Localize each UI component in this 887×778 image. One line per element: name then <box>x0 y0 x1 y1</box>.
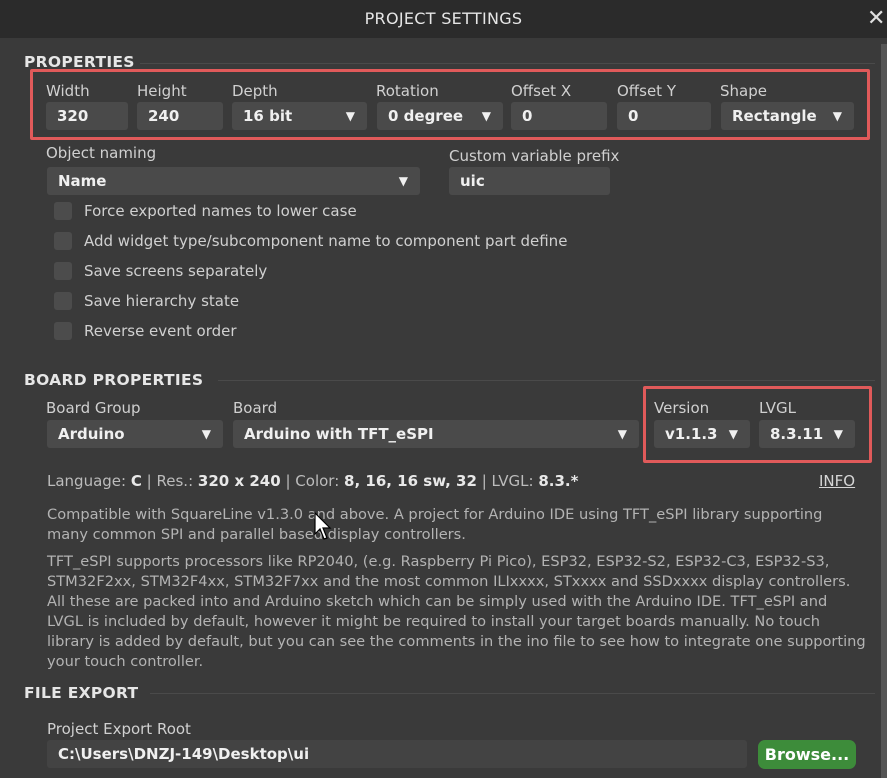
chevron-down-icon: ▼ <box>832 109 842 123</box>
checkbox-save-screens[interactable] <box>54 262 72 280</box>
section-divider <box>150 693 875 694</box>
depth-value: 16 bit <box>243 107 293 125</box>
height-label: Height <box>137 82 187 100</box>
version-select[interactable]: v1.1.3 ▼ <box>654 420 750 448</box>
board-group-value: Arduino <box>58 425 125 443</box>
board-info-line: Language: C | Res.: 320 x 240 | Color: 8… <box>47 472 578 490</box>
object-naming-label: Object naming <box>46 144 157 162</box>
window-title: PROJECT SETTINGS <box>364 9 523 28</box>
info-link[interactable]: INFO <box>819 472 855 490</box>
lvgl-key: LVGL: <box>491 472 534 490</box>
chevron-down-icon: ▼ <box>398 174 408 188</box>
depth-label: Depth <box>232 82 278 100</box>
checkbox-lowercase[interactable] <box>54 202 72 220</box>
board-description: Compatible with SquareLine v1.3.0 and ab… <box>47 506 823 543</box>
rotation-select[interactable]: 0 degree ▼ <box>377 102 503 130</box>
checkbox-type-define[interactable] <box>54 232 72 250</box>
color-value: 8, 16, 16 sw, 32 <box>344 472 477 490</box>
rotation-label: Rotation <box>376 82 439 100</box>
checkbox-hierarchy[interactable] <box>54 292 72 310</box>
export-root-input[interactable]: C:\Users\DNZJ-149\Desktop\ui <box>47 740 747 768</box>
section-divider <box>218 380 875 381</box>
res-key: Res.: <box>156 472 194 490</box>
language-value: C <box>130 472 142 490</box>
offset-y-label: Offset Y <box>617 82 676 100</box>
res-value: 320 x 240 <box>197 472 281 490</box>
board-select[interactable]: Arduino with TFT_eSPI ▼ <box>233 420 639 448</box>
object-naming-value: Name <box>58 172 107 190</box>
width-label: Width <box>46 82 90 100</box>
width-input[interactable]: 320 <box>46 102 128 130</box>
offset-y-input[interactable]: 0 <box>617 102 711 130</box>
section-divider <box>140 63 875 64</box>
export-root-label: Project Export Root <box>47 720 191 738</box>
offset-x-input[interactable]: 0 <box>511 102 607 130</box>
checkbox-label: Save screens separately <box>84 262 268 280</box>
depth-select[interactable]: 16 bit ▼ <box>232 102 367 130</box>
shape-select[interactable]: Rectangle ▼ <box>721 102 854 130</box>
lvgl-label: LVGL <box>759 399 796 417</box>
checkbox-label: Force exported names to lower case <box>84 202 357 220</box>
board-details: TFT_eSPI supports processors like RP2040… <box>47 553 866 670</box>
chevron-down-icon: ▼ <box>728 427 738 441</box>
board-heading: BOARD PROPERTIES <box>24 371 204 389</box>
checkbox-label: Save hierarchy state <box>84 292 240 310</box>
shape-value: Rectangle <box>732 107 817 125</box>
separator: | <box>481 472 487 490</box>
lvgl-select[interactable]: 8.3.11 ▼ <box>759 420 855 448</box>
window-titlebar: PROJECT SETTINGS <box>0 0 887 38</box>
separator: | <box>285 472 291 490</box>
checkbox-label: Reverse event order <box>84 322 237 340</box>
board-value: Arduino with TFT_eSPI <box>244 425 434 443</box>
offset-x-label: Offset X <box>511 82 572 100</box>
rotation-value: 0 degree <box>388 107 464 125</box>
scrollbar[interactable] <box>881 44 887 778</box>
close-icon[interactable]: ✕ <box>867 0 887 38</box>
prefix-label: Custom variable prefix <box>449 147 620 165</box>
chevron-down-icon: ▼ <box>345 109 355 123</box>
checkbox-label: Add widget type/subcomponent name to com… <box>84 232 568 250</box>
prefix-input[interactable]: uic <box>449 167 610 195</box>
browse-button[interactable]: Browse... <box>758 740 856 769</box>
board-label: Board <box>233 399 278 417</box>
export-heading: FILE EXPORT <box>24 684 139 702</box>
separator: | <box>146 472 152 490</box>
shape-label: Shape <box>720 82 767 100</box>
chevron-down-icon: ▼ <box>833 427 843 441</box>
chevron-down-icon: ▼ <box>617 427 627 441</box>
height-input[interactable]: 240 <box>137 102 223 130</box>
chevron-down-icon: ▼ <box>201 427 211 441</box>
version-value: v1.1.3 <box>665 425 718 443</box>
board-group-label: Board Group <box>46 399 141 417</box>
version-label: Version <box>654 399 710 417</box>
color-key: Color: <box>295 472 340 490</box>
lvgl-info-value: 8.3.* <box>538 472 579 490</box>
chevron-down-icon: ▼ <box>481 109 491 123</box>
checkbox-reverse-events[interactable] <box>54 322 72 340</box>
lvgl-value: 8.3.11 <box>770 425 824 443</box>
language-key: Language: <box>47 472 127 490</box>
board-group-select[interactable]: Arduino ▼ <box>47 420 223 448</box>
object-naming-select[interactable]: Name ▼ <box>47 167 420 195</box>
